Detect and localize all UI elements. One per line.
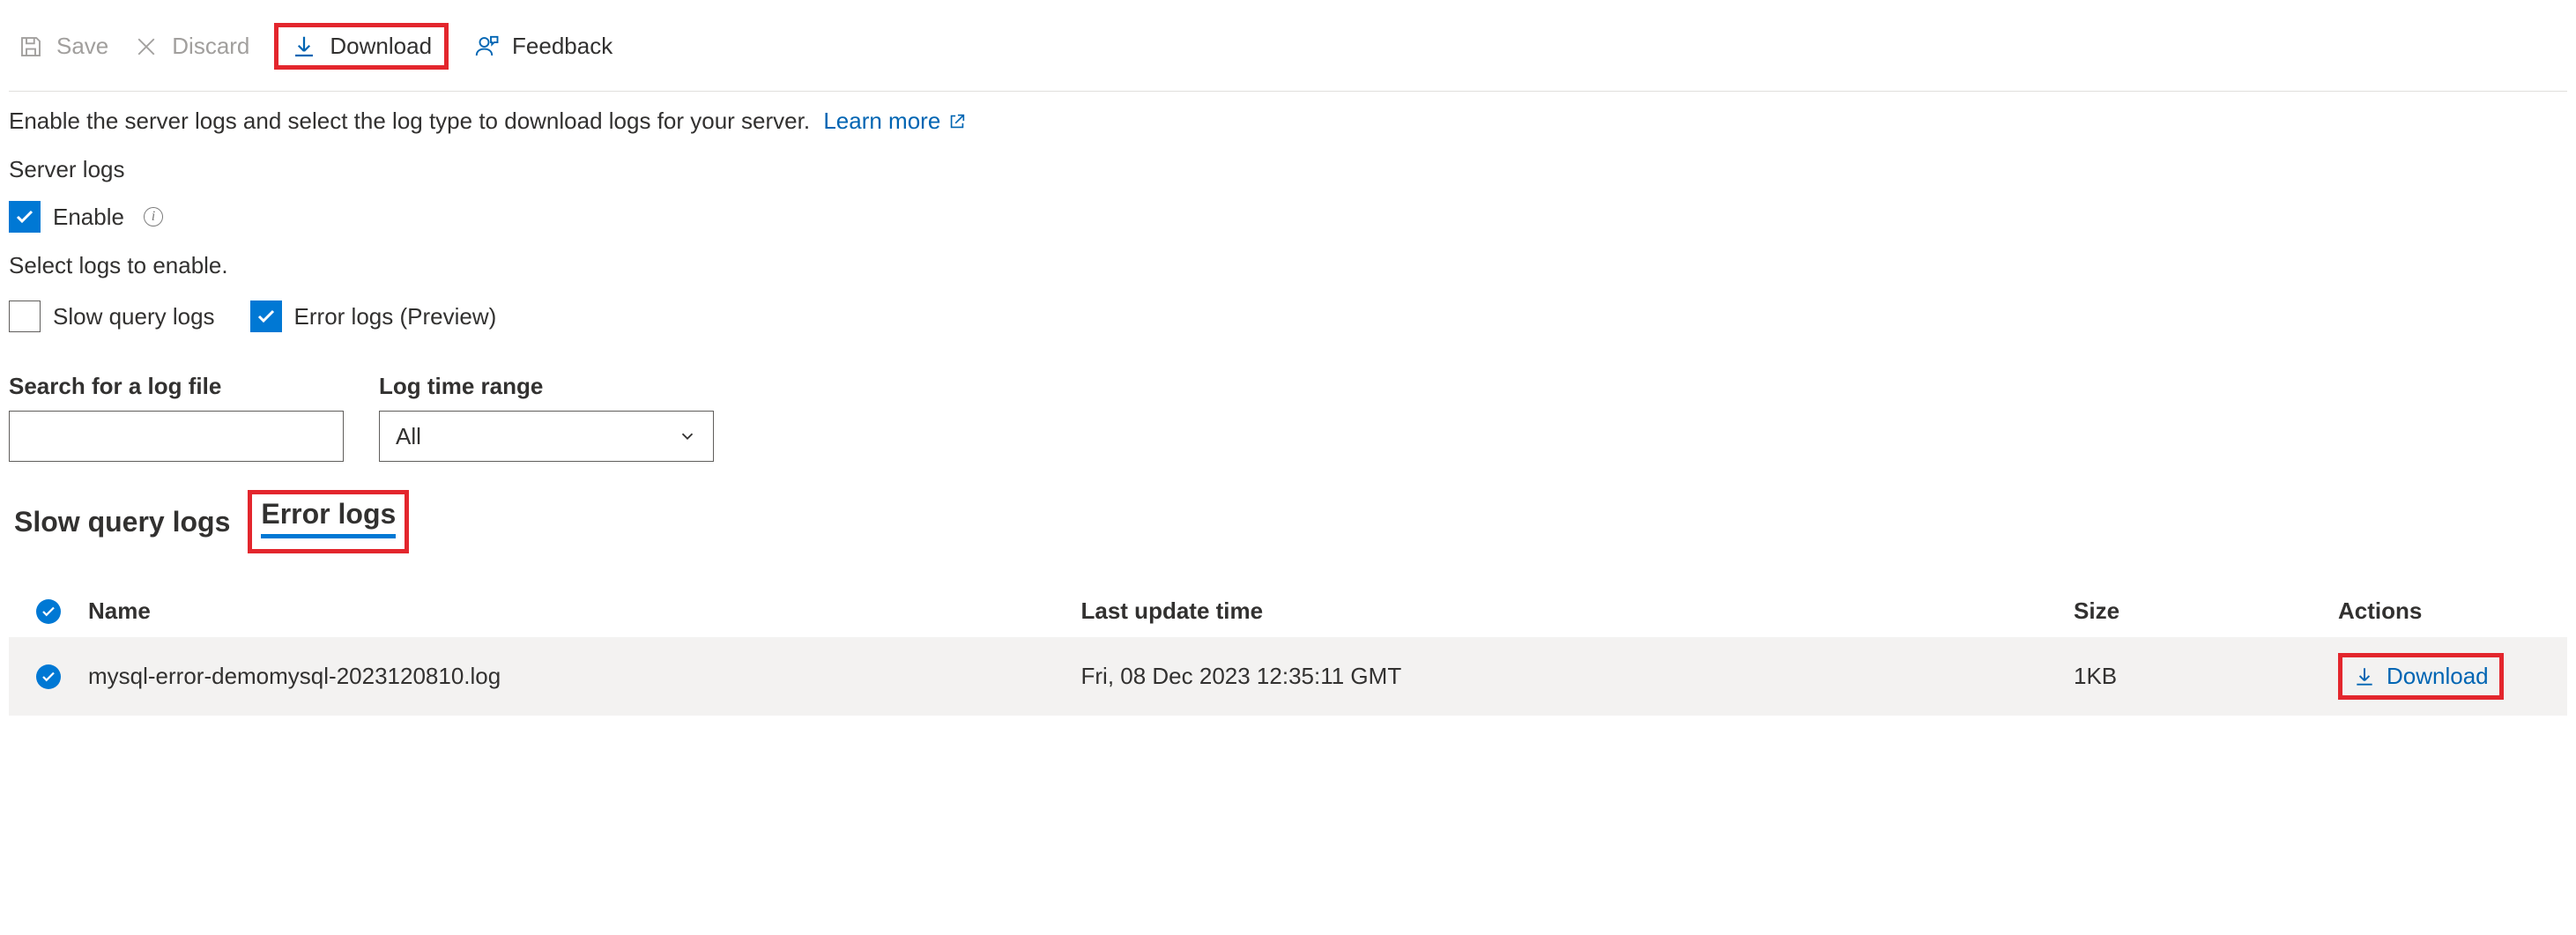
search-input[interactable]: [9, 411, 344, 462]
log-tabs: Slow query logs Error logs: [9, 478, 2567, 585]
info-icon[interactable]: i: [144, 207, 163, 226]
intro-text: Enable the server logs and select the lo…: [9, 92, 2567, 149]
row-actions: Download: [2338, 653, 2567, 700]
log-types-group: Slow query logs Error logs (Preview): [9, 292, 2567, 362]
check-icon: [41, 604, 56, 620]
filters: Search for a log file Log time range All: [9, 362, 2567, 478]
save-button: Save: [18, 33, 108, 60]
download-icon: [291, 33, 317, 60]
col-size: Size: [2074, 597, 2338, 625]
table-row[interactable]: mysql-error-demomysql-2023120810.log Fri…: [9, 637, 2567, 716]
download-label: Download: [330, 33, 432, 60]
row-select-cell: [9, 664, 88, 689]
logs-table: Name Last update time Size Actions mysql…: [9, 585, 2567, 716]
col-name: Name: [88, 597, 1081, 625]
error-logs-label: Error logs (Preview): [294, 303, 497, 330]
learn-more-label: Learn more: [823, 108, 940, 134]
enable-label: Enable: [53, 204, 124, 231]
select-logs-label: Select logs to enable.: [9, 245, 2567, 292]
check-icon: [41, 669, 56, 685]
tab-error-logs[interactable]: Error logs: [261, 494, 396, 538]
slow-query-label: Slow query logs: [53, 303, 215, 330]
row-name: mysql-error-demomysql-2023120810.log: [88, 663, 1081, 690]
server-logs-label: Server logs: [9, 149, 2567, 196]
tab-slow-query[interactable]: Slow query logs: [14, 502, 230, 542]
save-label: Save: [56, 33, 108, 60]
close-icon: [133, 33, 160, 60]
search-label: Search for a log file: [9, 373, 344, 400]
col-actions: Actions: [2338, 597, 2567, 625]
row-download-link[interactable]: Download: [2387, 663, 2489, 690]
discard-label: Discard: [172, 33, 249, 60]
external-link-icon: [947, 112, 967, 131]
time-range-filter: Log time range All: [379, 373, 714, 462]
error-logs-checkbox-row: Error logs (Preview): [250, 295, 497, 345]
learn-more-link[interactable]: Learn more: [823, 108, 966, 134]
search-filter: Search for a log file: [9, 373, 344, 462]
chevron-down-icon: [678, 427, 697, 446]
row-size: 1KB: [2074, 663, 2338, 690]
download-icon: [2353, 665, 2376, 688]
error-logs-checkbox[interactable]: [250, 301, 282, 332]
table-header: Name Last update time Size Actions: [9, 585, 2567, 637]
row-select-checkbox[interactable]: [36, 664, 61, 689]
toolbar: Save Discard Download Feedback: [9, 9, 2567, 92]
feedback-icon: [473, 33, 500, 60]
col-last-update: Last update time: [1081, 597, 2075, 625]
check-icon: [14, 206, 35, 227]
enable-checkbox-row: Enable i: [9, 196, 2567, 245]
select-all-checkbox[interactable]: [36, 599, 61, 624]
slow-query-checkbox[interactable]: [9, 301, 41, 332]
slow-query-checkbox-row: Slow query logs: [9, 295, 215, 345]
tab-error-highlight: Error logs: [248, 490, 409, 553]
check-icon: [256, 306, 277, 327]
row-download-highlight: Download: [2338, 653, 2504, 700]
intro-message: Enable the server logs and select the lo…: [9, 108, 810, 134]
download-button[interactable]: Download: [291, 33, 432, 60]
time-range-dropdown[interactable]: All: [379, 411, 714, 462]
discard-button: Discard: [133, 33, 249, 60]
row-last-update: Fri, 08 Dec 2023 12:35:11 GMT: [1081, 663, 2075, 690]
enable-checkbox[interactable]: [9, 201, 41, 233]
download-button-highlight: Download: [274, 23, 449, 70]
select-all-cell: [9, 599, 88, 624]
time-range-label: Log time range: [379, 373, 714, 400]
feedback-button[interactable]: Feedback: [473, 33, 612, 60]
save-icon: [18, 33, 44, 60]
time-range-value: All: [396, 423, 421, 450]
feedback-label: Feedback: [512, 33, 612, 60]
